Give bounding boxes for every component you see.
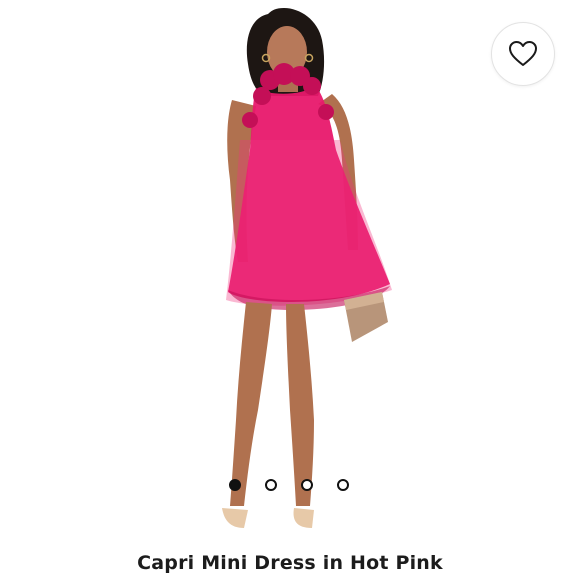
model-illustration: [222, 8, 392, 528]
heart-outline-icon: [509, 41, 537, 66]
carousel-dots: [229, 479, 353, 493]
product-listing-card: Capri Mini Dress in Hot Pink: [0, 0, 580, 580]
carousel-dot[interactable]: [301, 479, 313, 491]
carousel-dot[interactable]: [265, 479, 277, 491]
product-image[interactable]: [0, 0, 580, 540]
carousel-dot[interactable]: [229, 479, 241, 491]
product-title[interactable]: Capri Mini Dress in Hot Pink: [0, 552, 580, 574]
carousel-dot[interactable]: [337, 479, 349, 491]
favorite-button[interactable]: [491, 22, 555, 86]
